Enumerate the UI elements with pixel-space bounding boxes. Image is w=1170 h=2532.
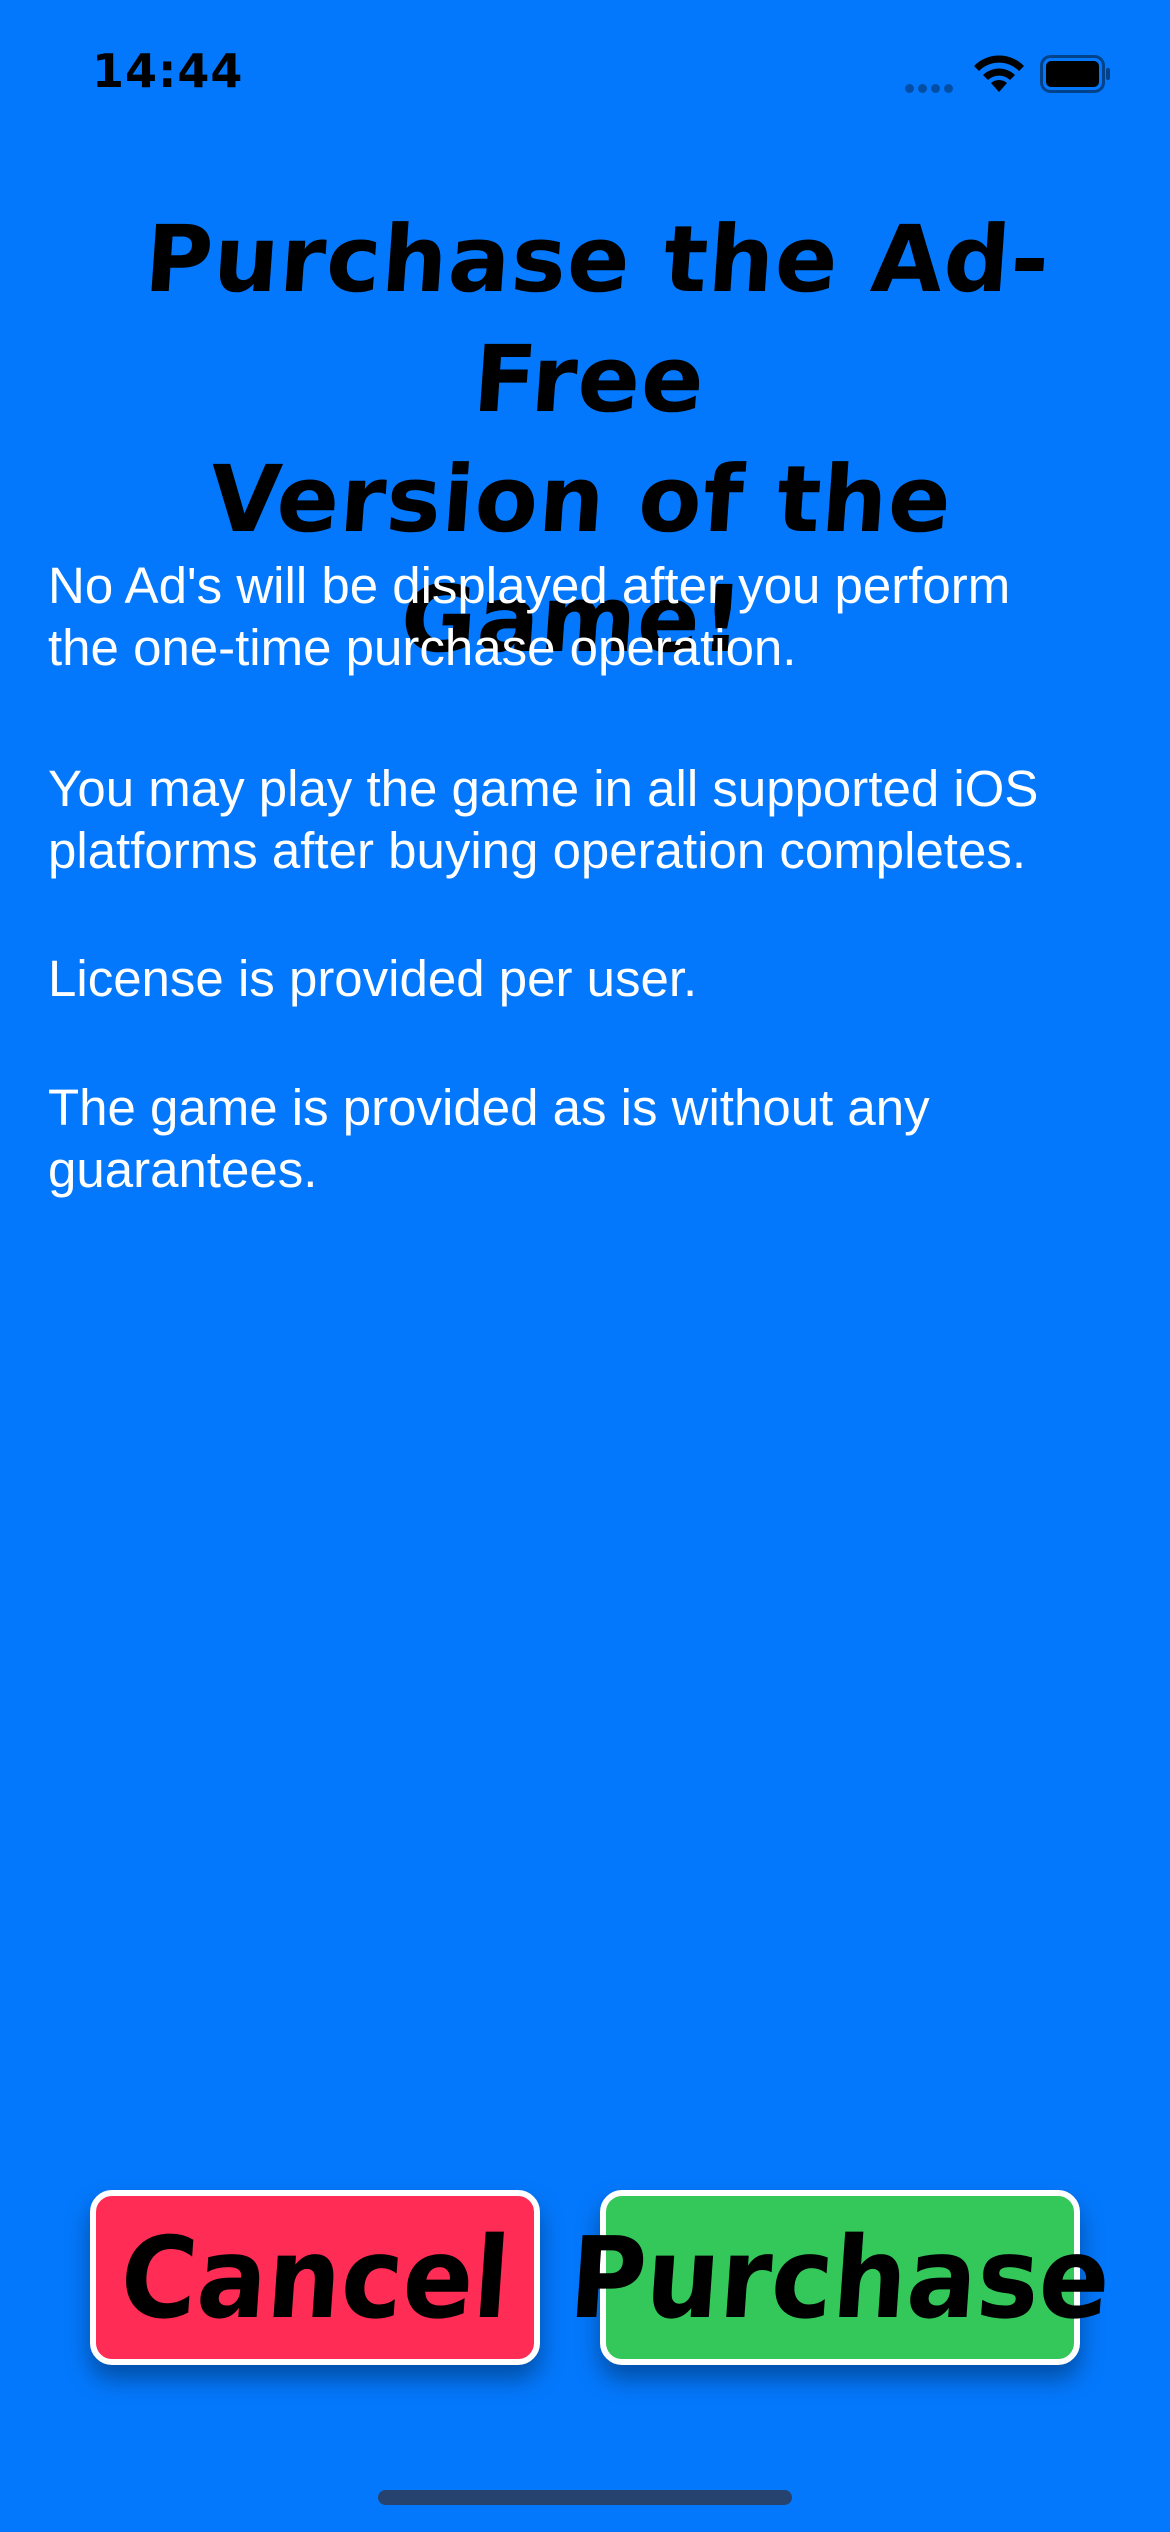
purchase-button-label: Purchase (565, 2211, 1115, 2344)
info-paragraph-license: License is provided per user. (48, 950, 698, 1007)
paragraph-line: the one-time purchase operation. (48, 619, 797, 676)
paragraph-line: platforms after buying operation complet… (48, 822, 1027, 879)
info-paragraph-platforms: You may play the game in all supported i… (48, 758, 1128, 882)
purchase-button[interactable]: Purchase (565, 2190, 1115, 2365)
title-line-1: Purchase the Ad-Free (141, 206, 1054, 433)
signal-icon (905, 80, 960, 93)
home-indicator[interactable] (378, 2490, 792, 2505)
info-paragraph-no-ads: No Ad's will be displayed after you perf… (48, 555, 1128, 679)
status-bar: 14:44 (0, 0, 1170, 140)
paragraph-line: You may play the game in all supported i… (48, 760, 1039, 817)
cancel-button-label: Cancel (116, 2211, 514, 2344)
battery-icon (1040, 55, 1110, 93)
status-time: 14:44 (92, 44, 244, 98)
paragraph-line: guarantees. (48, 1141, 318, 1198)
paragraph-line: The game is provided as is without any (48, 1079, 930, 1136)
paragraph-line: No Ad's will be displayed after you perf… (48, 557, 1011, 614)
wifi-icon (974, 55, 1024, 92)
info-paragraph-guarantees: The game is provided as is without any g… (48, 1077, 1128, 1201)
cancel-button[interactable]: Cancel (90, 2190, 540, 2365)
